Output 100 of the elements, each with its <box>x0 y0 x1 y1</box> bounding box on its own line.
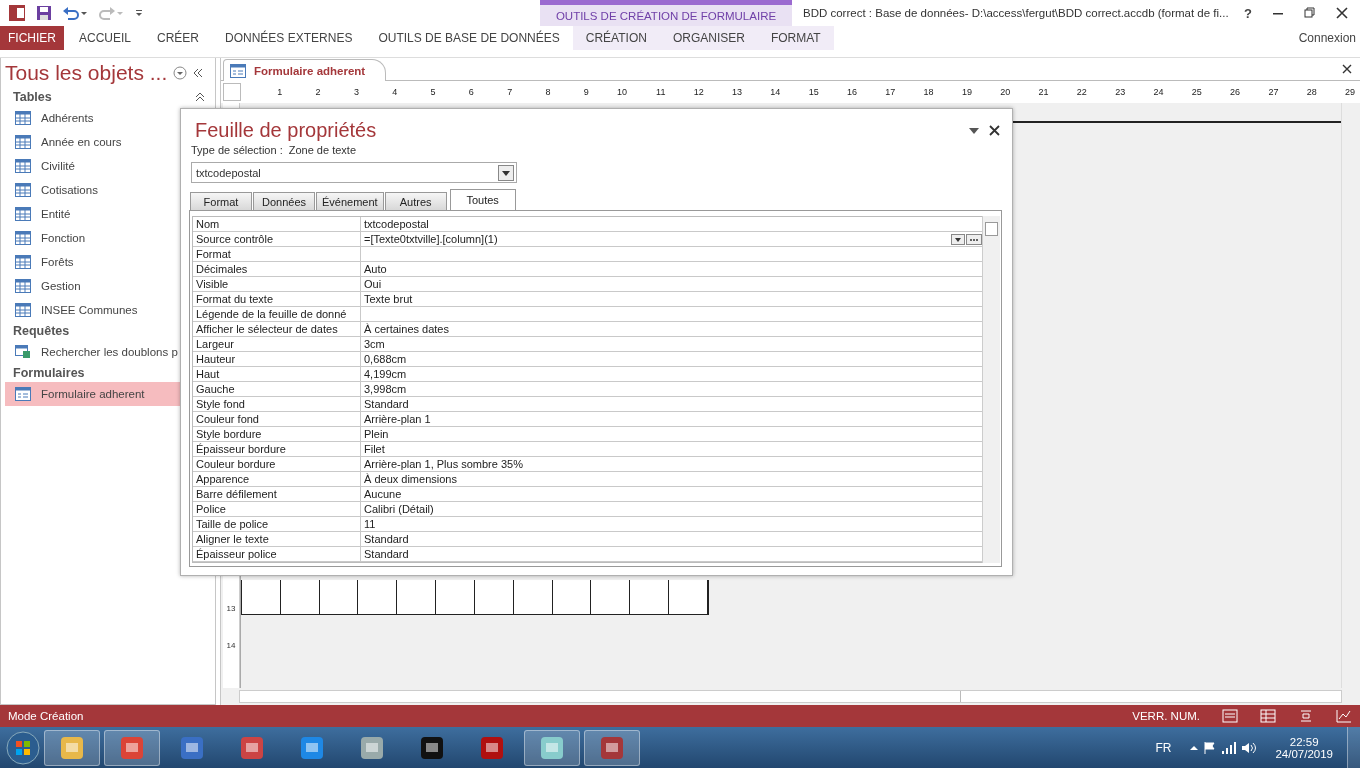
close-icon[interactable] <box>989 125 1000 136</box>
dropdown-icon[interactable] <box>969 126 979 135</box>
group-header[interactable]: Tables <box>13 90 52 104</box>
property-value[interactable]: Texte brut <box>364 293 413 305</box>
property-value[interactable]: Filet <box>364 443 385 455</box>
sign-in-link[interactable]: Connexion <box>1298 31 1360 45</box>
table-icon <box>15 231 31 245</box>
property-name[interactable]: Afficher le sélecteur de dates <box>193 322 361 336</box>
property-name[interactable]: Épaisseur police <box>193 547 361 561</box>
property-name[interactable]: Décimales <box>193 262 361 276</box>
property-name[interactable]: Visible <box>193 277 361 291</box>
property-value[interactable]: À deux dimensions <box>364 473 457 485</box>
horizontal-scrollbar[interactable] <box>239 690 1342 703</box>
property-value[interactable]: Aucune <box>364 488 402 500</box>
property-name[interactable]: Barre défilement <box>193 487 361 501</box>
property-tab[interactable]: Données <box>253 192 315 210</box>
table-icon <box>15 255 31 269</box>
num-lock-indicator: VERR. NUM. <box>1132 710 1200 722</box>
property-name[interactable]: Style bordure <box>193 427 361 441</box>
group-header[interactable]: Requêtes <box>13 324 70 338</box>
property-name[interactable]: Apparence <box>193 472 361 486</box>
property-tab[interactable]: Autres <box>384 192 447 210</box>
more-icon[interactable] <box>966 233 982 245</box>
table-icon <box>15 183 31 197</box>
contextual-group-label: OUTILS DE CRÉATION DE FORMULAIRE <box>555 9 777 22</box>
property-value[interactable]: Auto <box>364 263 387 275</box>
property-value[interactable]: txtcodepostal <box>364 218 429 230</box>
ribbon-tab[interactable]: CRÉATION <box>572 26 660 50</box>
property-value[interactable]: Plein <box>364 428 389 440</box>
property-tab[interactable]: Format <box>190 192 252 210</box>
ribbon-tab[interactable]: FORMAT <box>757 26 834 50</box>
property-name[interactable]: Haut <box>193 367 361 381</box>
status-mode: Mode Création <box>8 710 84 722</box>
ribbon-tab[interactable]: ORGANISER <box>659 26 758 50</box>
property-value[interactable]: Calibri (Détail) <box>364 503 434 515</box>
table-icon <box>15 303 31 317</box>
form-icon <box>230 63 246 78</box>
property-value[interactable]: À certaines dates <box>364 323 449 335</box>
language-indicator[interactable]: FR <box>1155 740 1172 755</box>
navigation-pane-title[interactable]: Tous les objets ... <box>5 61 168 85</box>
form-icon <box>15 387 31 401</box>
property-name[interactable]: Source contrôle <box>193 232 361 246</box>
property-tab[interactable]: Toutes <box>449 189 516 210</box>
property-name[interactable]: Légende de la feuille de donné <box>193 307 361 321</box>
window-title: BDD correct : Base de données- D:\access\fergut\BDD correct.accdb (format de fi... <box>803 7 1229 19</box>
property-value[interactable]: Standard <box>364 398 409 410</box>
speaker-icon[interactable] <box>1241 740 1258 755</box>
property-value[interactable]: =[Texte0txtville].[column](1) <box>364 233 498 245</box>
property-name[interactable]: Nom <box>193 217 361 231</box>
restore-icon[interactable] <box>1304 7 1316 19</box>
property-value[interactable]: 11 <box>364 518 376 530</box>
property-name[interactable]: Format <box>193 247 361 261</box>
property-name[interactable]: Largeur <box>193 337 361 351</box>
property-value[interactable]: 0,688cm <box>364 353 407 365</box>
app-icon[interactable] <box>8 4 26 22</box>
signal-icon[interactable] <box>1221 740 1238 755</box>
property-name[interactable]: Police <box>193 502 361 516</box>
dropdown-icon[interactable] <box>173 66 188 80</box>
query-icon <box>15 345 31 359</box>
property-name[interactable]: Couleur bordure <box>193 457 361 471</box>
property-name[interactable]: Hauteur <box>193 352 361 366</box>
undo-icon[interactable] <box>62 5 88 21</box>
property-name[interactable]: Taille de police <box>193 517 361 531</box>
layout-view-icon[interactable] <box>1298 709 1314 723</box>
save-icon[interactable] <box>36 5 52 21</box>
design-view-icon[interactable] <box>1336 709 1352 723</box>
ribbon-tab[interactable]: FICHIER <box>0 26 64 50</box>
flag-icon[interactable] <box>1203 740 1218 755</box>
property-name[interactable]: Style fond <box>193 397 361 411</box>
property-value[interactable]: Standard <box>364 548 409 560</box>
vertical-scrollbar[interactable] <box>982 216 1000 563</box>
property-name[interactable]: Aligner le texte <box>193 532 361 546</box>
property-value[interactable]: 3cm <box>364 338 385 350</box>
group-header[interactable]: Formulaires <box>13 366 85 380</box>
property-value[interactable]: Oui <box>364 278 382 290</box>
property-tab[interactable]: Événement <box>316 192 384 210</box>
property-value[interactable]: 3,998cm <box>364 383 407 395</box>
property-name[interactable]: Couleur fond <box>193 412 361 426</box>
property-name[interactable]: Format du texte <box>193 292 361 306</box>
table-icon <box>15 279 31 293</box>
form-view-icon[interactable] <box>1222 709 1238 723</box>
close-icon[interactable] <box>1342 64 1352 74</box>
property-value[interactable]: Arrière-plan 1 <box>364 413 431 425</box>
document-tab[interactable]: Formulaire adherent <box>223 59 387 81</box>
property-value[interactable]: Arrière-plan 1, Plus sombre 35% <box>364 458 523 470</box>
clock-date[interactable]: 24/07/2019 <box>1275 747 1333 760</box>
help-button[interactable]: ? <box>1244 5 1252 21</box>
show-desktop-button[interactable] <box>1347 727 1360 768</box>
table-icon <box>15 111 31 125</box>
close-icon[interactable] <box>1336 7 1348 19</box>
collapse-group-icon[interactable] <box>195 92 205 102</box>
object-combo-box[interactable]: txtcodepostal <box>191 162 517 183</box>
property-name[interactable]: Épaisseur bordure <box>193 442 361 456</box>
property-value[interactable]: Standard <box>364 533 409 545</box>
property-value[interactable]: 4,199cm <box>364 368 407 380</box>
collapse-icon[interactable] <box>193 68 204 78</box>
start-button-icon[interactable] <box>6 730 40 765</box>
clock-time[interactable]: 22:59 <box>1289 735 1319 748</box>
datasheet-view-icon[interactable] <box>1260 709 1276 723</box>
property-name[interactable]: Gauche <box>193 382 361 396</box>
